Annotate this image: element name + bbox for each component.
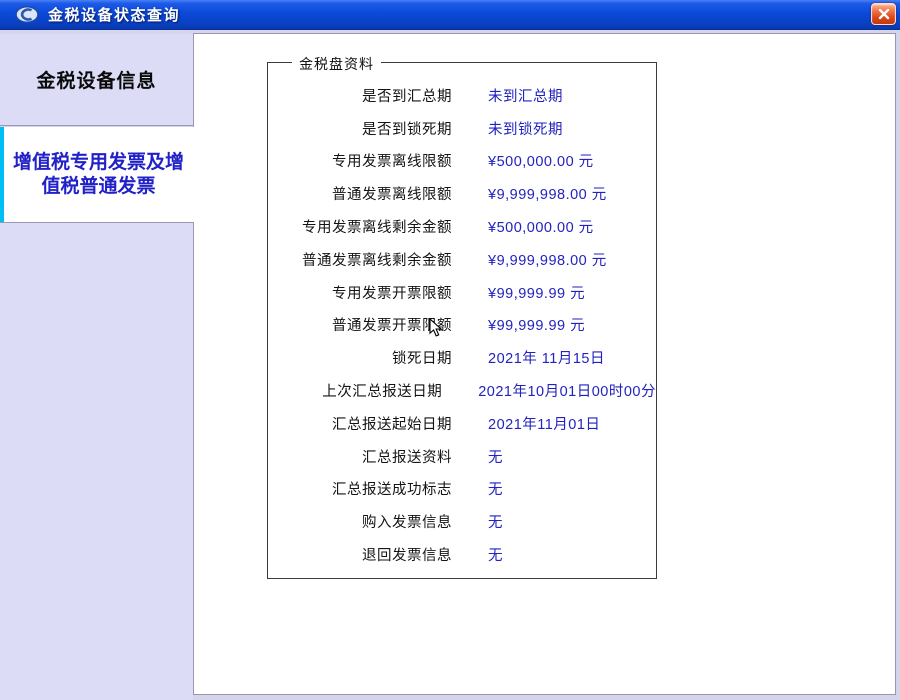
app-icon (15, 6, 39, 23)
window-title: 金税设备状态查询 (48, 4, 180, 25)
field-label: 汇总报送成功标志 (268, 478, 452, 499)
field-value: 无 (488, 446, 503, 467)
field-value: 无 (488, 544, 503, 565)
field-value: 2021年10月01日00时00分 (478, 380, 656, 401)
field-label: 普通发票离线限额 (268, 183, 452, 204)
field-value: ¥99,999.99 元 (488, 314, 585, 335)
field-value: ¥9,999,998.00 元 (488, 249, 607, 270)
field-label: 是否到汇总期 (268, 85, 452, 106)
field-label: 锁死日期 (268, 347, 452, 368)
field-label: 汇总报送资料 (268, 446, 452, 467)
field-label: 普通发票离线剩余金额 (268, 249, 452, 270)
field-value: 未到汇总期 (488, 85, 563, 106)
table-row: 上次汇总报送日期 2021年10月01日00时00分 (268, 374, 656, 407)
app-window: 金税设备状态查询 金税设备信息 增值税专用发票及增 值税普通发票 金税盘资料 是… (0, 0, 900, 700)
table-row: 购入发票信息 无 (268, 505, 656, 538)
field-label: 专用发票离线限额 (268, 150, 452, 171)
golden-tax-disk-groupbox: 金税盘资料 是否到汇总期 未到汇总期 是否到锁死期 未到锁死期 专用发票离线限额… (267, 62, 657, 579)
field-label: 汇总报送起始日期 (268, 413, 452, 434)
table-row: 退回发票信息 无 (268, 538, 656, 571)
sidebar-filler (0, 222, 193, 700)
table-row: 专用发票离线剩余金额 ¥500,000.00 元 (268, 210, 656, 243)
close-icon (878, 9, 890, 20)
table-row: 普通发票离线限额 ¥9,999,998.00 元 (268, 177, 656, 210)
status-rows: 是否到汇总期 未到汇总期 是否到锁死期 未到锁死期 专用发票离线限额 ¥500,… (268, 63, 656, 571)
table-row: 专用发票离线限额 ¥500,000.00 元 (268, 145, 656, 178)
field-value: 无 (488, 511, 503, 532)
table-row: 是否到汇总期 未到汇总期 (268, 79, 656, 112)
table-row: 普通发票离线剩余金额 ¥9,999,998.00 元 (268, 243, 656, 276)
field-value: 无 (488, 478, 503, 499)
close-button[interactable] (871, 3, 896, 25)
field-value: 2021年 11月15日 (488, 347, 605, 368)
sidebar-item-device-info[interactable]: 金税设备信息 (0, 34, 193, 126)
sidebar-item-vat-invoices[interactable]: 增值税专用发票及增 值税普通发票 (0, 127, 197, 222)
field-value: 未到锁死期 (488, 118, 563, 139)
field-label: 普通发票开票限额 (268, 314, 452, 335)
table-row: 专用发票开票限额 ¥99,999.99 元 (268, 276, 656, 309)
table-row: 锁死日期 2021年 11月15日 (268, 341, 656, 374)
field-label: 专用发票开票限额 (268, 282, 452, 303)
sidebar-item-label-line1: 增值税专用发票及增 (13, 151, 184, 175)
field-value: ¥500,000.00 元 (488, 216, 594, 237)
table-row: 汇总报送成功标志 无 (268, 473, 656, 506)
field-value: ¥9,999,998.00 元 (488, 183, 607, 204)
table-row: 汇总报送起始日期 2021年11月01日 (268, 407, 656, 440)
field-label: 退回发票信息 (268, 544, 452, 565)
titlebar[interactable]: 金税设备状态查询 (0, 0, 900, 30)
field-label: 购入发票信息 (268, 511, 452, 532)
table-row: 是否到锁死期 未到锁死期 (268, 112, 656, 145)
field-label: 上次汇总报送日期 (268, 380, 442, 401)
sidebar-item-label: 金税设备信息 (36, 66, 156, 93)
field-value: ¥500,000.00 元 (488, 150, 594, 171)
field-label: 专用发票离线剩余金额 (268, 216, 452, 237)
field-value: ¥99,999.99 元 (488, 282, 585, 303)
field-value: 2021年11月01日 (488, 413, 600, 434)
selected-tab-accent-bar (0, 127, 4, 222)
table-row: 普通发票开票限额 ¥99,999.99 元 (268, 309, 656, 342)
field-label: 是否到锁死期 (268, 118, 452, 139)
sidebar-item-label-line2: 值税普通发票 (41, 175, 155, 199)
table-row: 汇总报送资料 无 (268, 440, 656, 473)
